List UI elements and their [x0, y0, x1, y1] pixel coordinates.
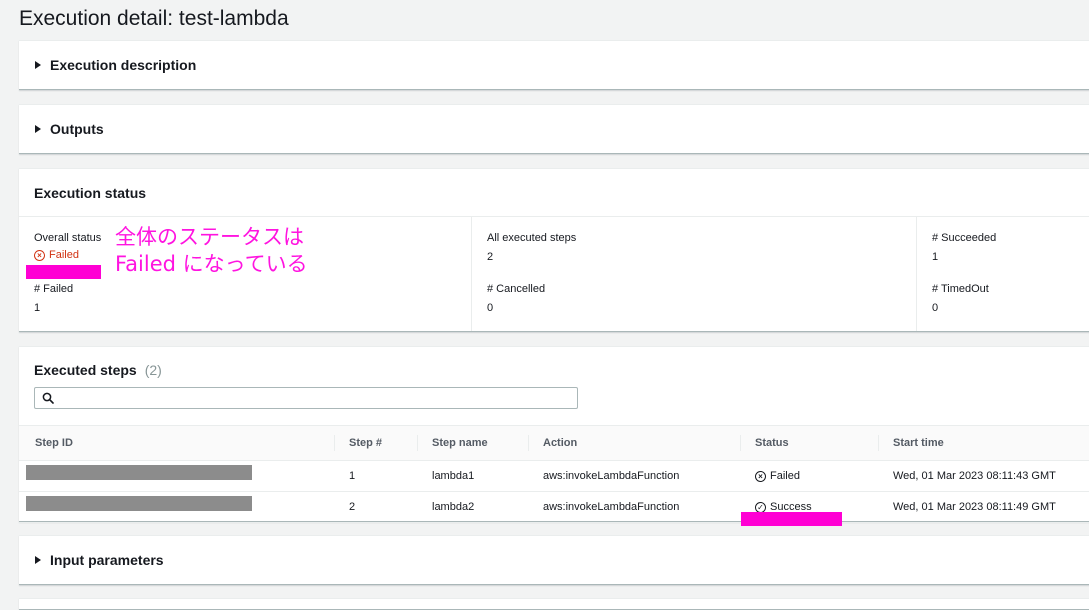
timedout-count-label: # TimedOut — [932, 283, 989, 295]
start-time-cell: Wed, 01 Mar 2023 08:11:49 GMT — [893, 501, 1056, 513]
annotation-text: 全体のステータスは Failed になっている — [115, 224, 308, 278]
steps-search-box — [34, 387, 578, 409]
column-header-start-time[interactable]: Start time — [893, 426, 944, 460]
execution-status-heading: Execution status — [34, 185, 147, 201]
failed-count-label: # Failed — [34, 283, 74, 295]
executed-steps-panel: Executed steps (2) Step ID Step # Step na… — [19, 346, 1089, 523]
next-panel-edge — [19, 598, 1089, 610]
executed-steps-count: (2) — [144, 362, 162, 378]
caret-right-icon — [35, 61, 41, 69]
redacted-step-id — [26, 496, 252, 511]
all-executed-steps-label: All executed steps — [487, 232, 577, 244]
action-cell: aws:invokeLambdaFunction — [543, 470, 680, 482]
column-header-step-name[interactable]: Step name — [432, 426, 488, 460]
cancelled-count-label: # Cancelled — [487, 283, 546, 295]
status-column-2: All executed steps 2 # Cancelled 0 — [471, 216, 916, 331]
execution-description-heading: Execution description — [50, 57, 197, 73]
column-divider — [417, 435, 418, 451]
executed-steps-heading: Executed steps (2) — [34, 362, 162, 378]
input-parameters-panel: Input parameters — [19, 535, 1089, 585]
column-divider — [740, 435, 741, 451]
annotation-line-2: Failed になっている — [115, 252, 308, 276]
step-name-cell: lambda1 — [432, 470, 475, 482]
status-column-3: # Succeeded 1 # TimedOut 0 — [916, 216, 1089, 331]
outputs-panel: Outputs — [19, 104, 1089, 154]
search-icon — [42, 392, 54, 404]
input-parameters-heading: Input parameters — [50, 552, 164, 568]
caret-right-icon — [35, 125, 41, 133]
error-icon: × — [755, 470, 766, 482]
all-executed-steps-value: 2 — [487, 251, 494, 263]
column-divider — [878, 435, 879, 451]
succeeded-count-value: 1 — [932, 251, 939, 263]
step-name-cell: lambda2 — [432, 501, 475, 513]
input-parameters-toggle[interactable]: Input parameters — [19, 536, 1089, 584]
check-circle-icon: ✓ — [755, 501, 766, 513]
column-divider — [334, 435, 335, 451]
column-divider — [528, 435, 529, 451]
status-cell: × Failed — [755, 461, 800, 491]
action-cell: aws:invokeLambdaFunction — [543, 501, 680, 513]
success-highlight — [741, 512, 842, 526]
error-icon: × — [34, 249, 45, 261]
column-header-step-id[interactable]: Step ID — [35, 426, 73, 460]
table-row[interactable]: 1 lambda1 aws:invokeLambdaFunction × Fai… — [19, 461, 1089, 492]
step-number-cell: 1 — [349, 470, 356, 482]
step-number-cell: 2 — [349, 501, 356, 513]
start-time-cell: Wed, 01 Mar 2023 08:11:43 GMT — [893, 470, 1056, 482]
overall-status-text: Failed — [49, 249, 79, 261]
outputs-toggle[interactable]: Outputs — [19, 105, 1089, 153]
succeeded-count-label: # Succeeded — [932, 232, 997, 244]
overall-status-label: Overall status — [34, 232, 102, 244]
page-title: Execution detail: test-lambda — [19, 7, 289, 30]
table-header: Step ID Step # Step name Action Status S… — [19, 425, 1089, 461]
executed-steps-title: Executed steps — [34, 362, 137, 378]
status-text: Failed — [770, 470, 800, 482]
cancelled-count-value: 0 — [487, 302, 494, 314]
overall-status-value: × Failed — [34, 249, 79, 261]
execution-description-panel: Execution description — [19, 40, 1089, 90]
steps-table: Step ID Step # Step name Action Status S… — [19, 425, 1089, 523]
failed-count-value: 1 — [34, 302, 41, 314]
column-header-step-number[interactable]: Step # — [349, 426, 382, 460]
caret-right-icon — [35, 556, 41, 564]
annotation-line-1: 全体のステータスは — [115, 225, 304, 249]
column-header-status[interactable]: Status — [755, 426, 789, 460]
timedout-count-value: 0 — [932, 302, 939, 314]
steps-search-input[interactable] — [58, 388, 577, 408]
outputs-heading: Outputs — [50, 121, 104, 137]
column-header-action[interactable]: Action — [543, 426, 577, 460]
redacted-step-id — [26, 465, 252, 480]
annotation-highlight — [26, 265, 101, 279]
execution-description-toggle[interactable]: Execution description — [19, 41, 1089, 89]
table-row[interactable]: 2 lambda2 aws:invokeLambdaFunction ✓ Suc… — [19, 492, 1089, 523]
